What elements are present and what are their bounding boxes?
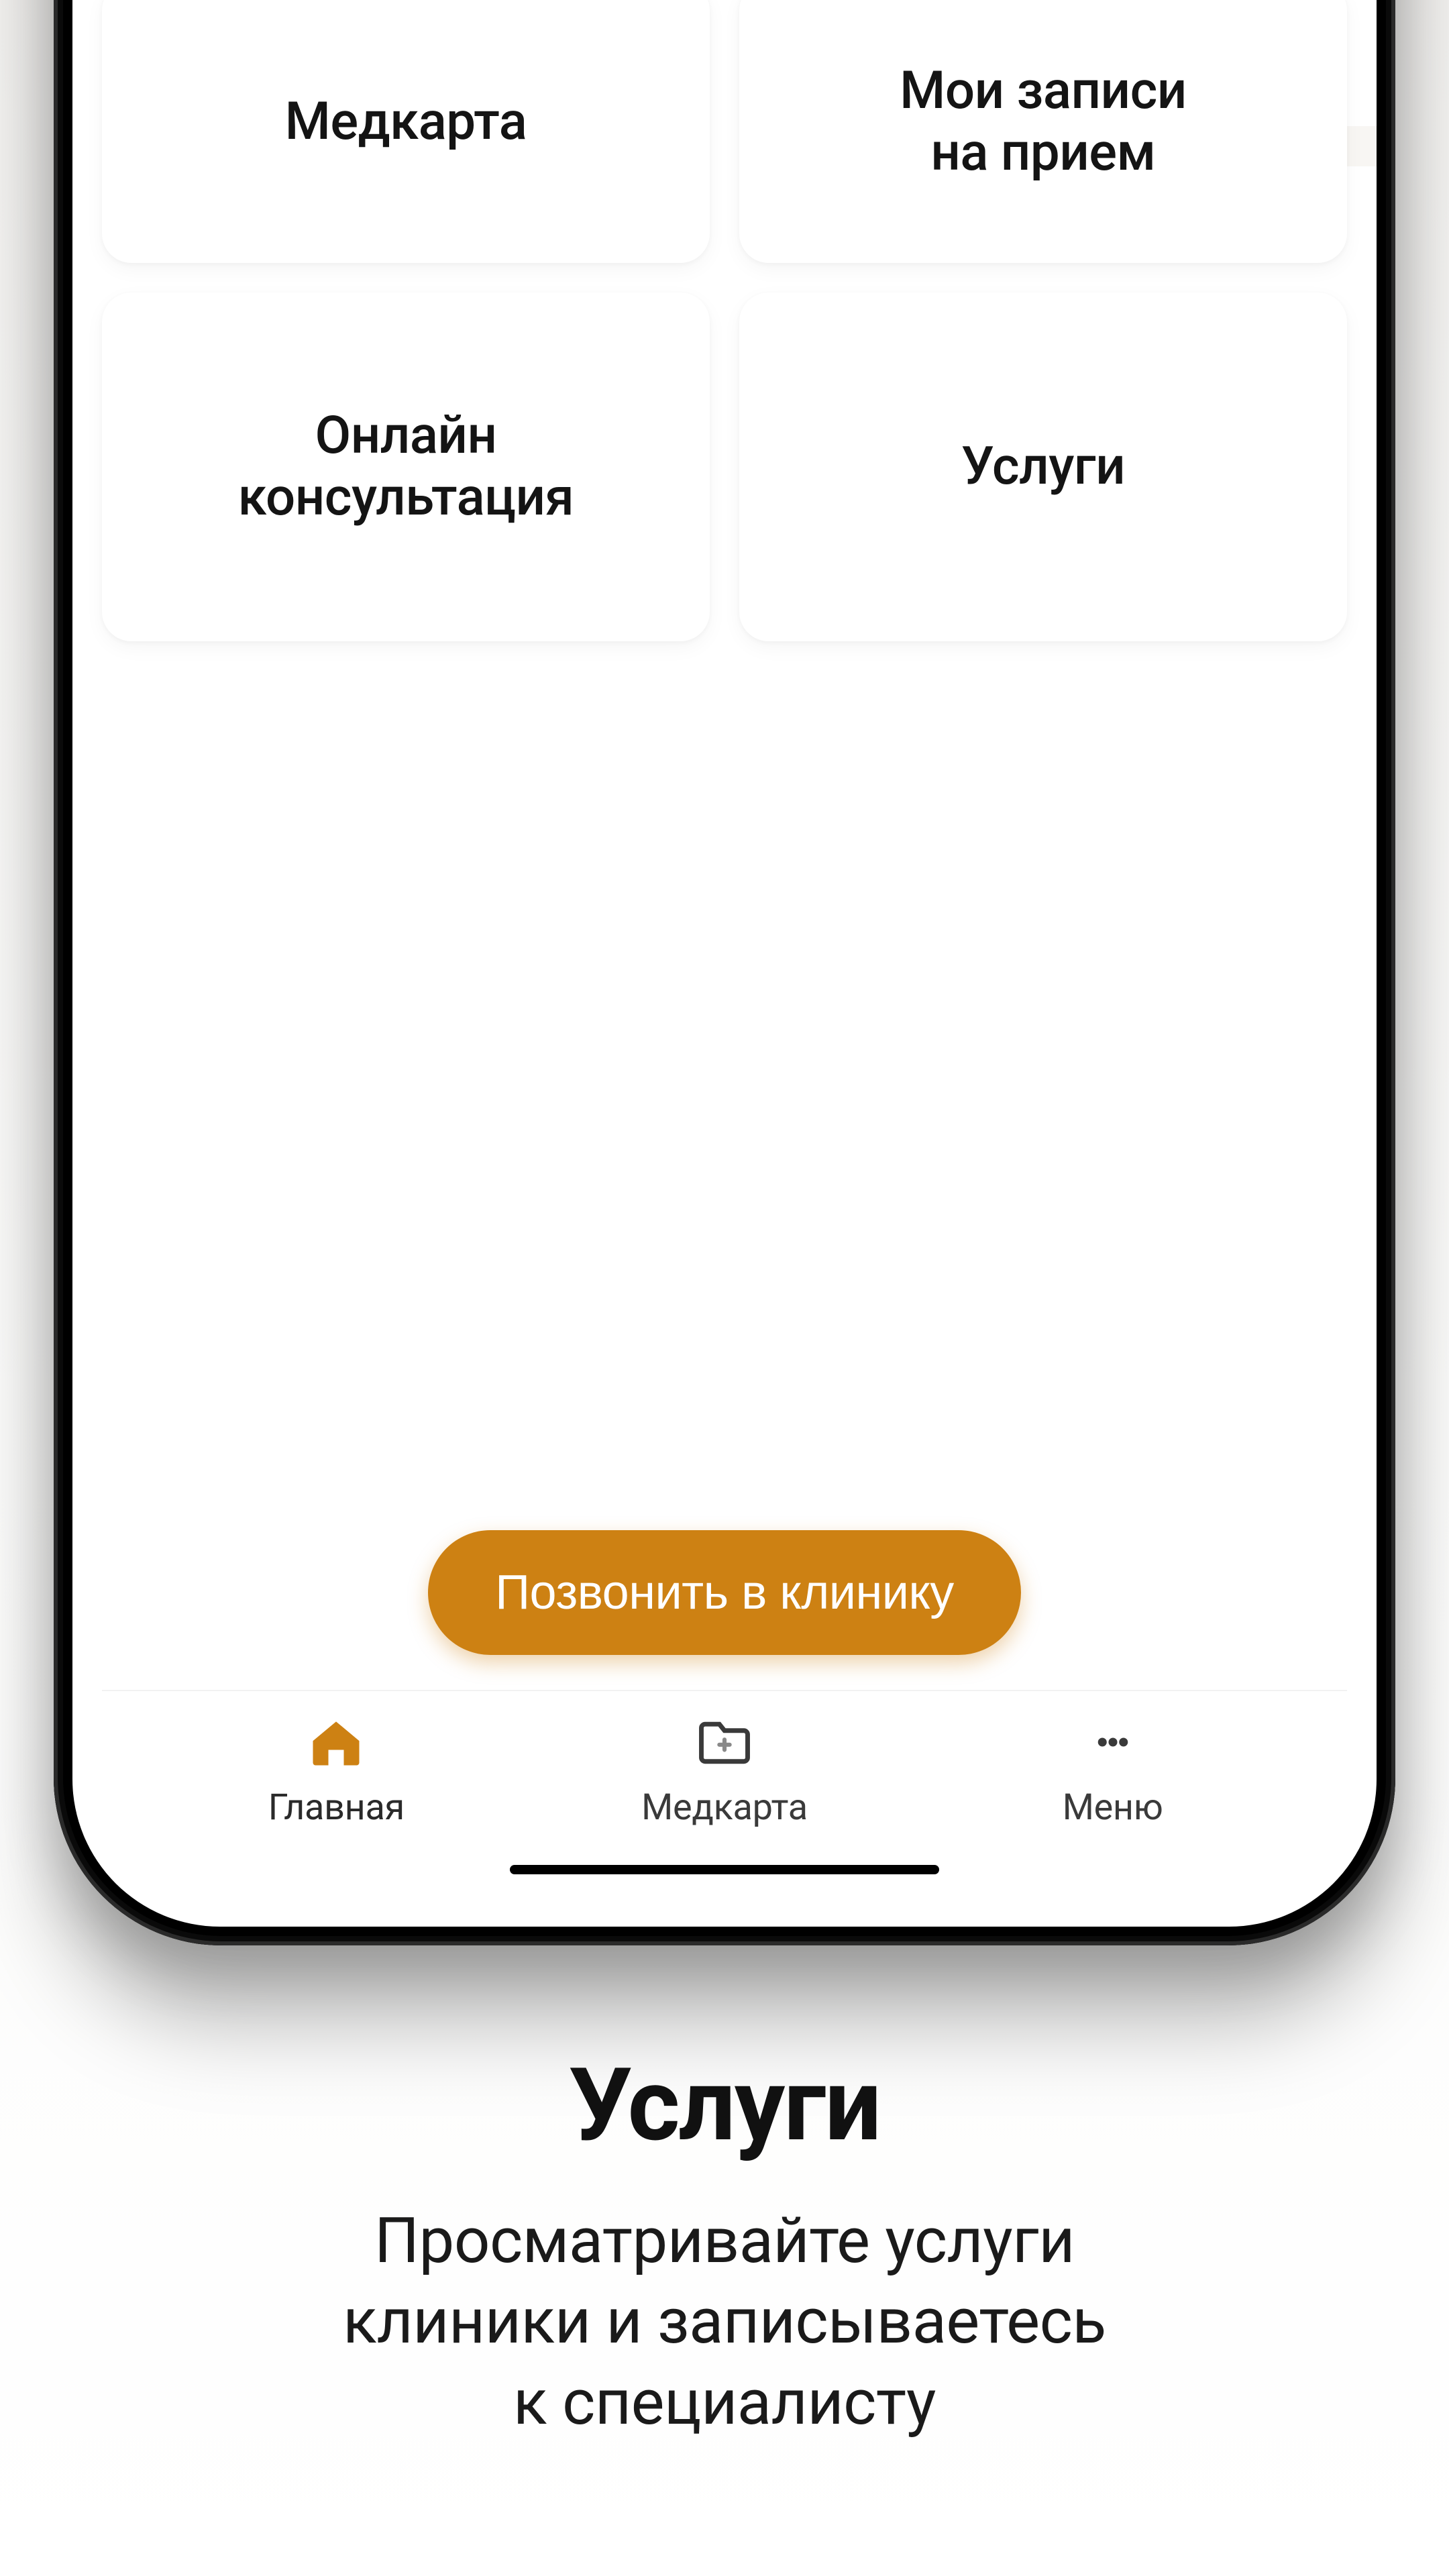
ios-home-indicator[interactable]: [510, 1865, 939, 1874]
tile-label: Медкарта: [285, 91, 527, 153]
tab-menu[interactable]: Меню: [999, 1711, 1227, 1829]
tile-medcard[interactable]: Медкарта: [102, 0, 710, 263]
tab-medcard[interactable]: Медкарта: [610, 1711, 839, 1829]
app-root: Медкарта Мои записина прием Онлайнконсул…: [72, 0, 1377, 1927]
phone-mockup: Медкарта Мои записина прием Онлайнконсул…: [54, 0, 1395, 1945]
more-icon: [1082, 1711, 1144, 1773]
tab-home[interactable]: Главная: [222, 1711, 450, 1829]
home-icon: [305, 1711, 367, 1773]
phone-frame: Медкарта Мои записина прием Онлайнконсул…: [54, 0, 1395, 1945]
folder-icon: [694, 1711, 755, 1773]
tab-label: Меню: [1063, 1786, 1163, 1829]
tile-my-appointments[interactable]: Мои записина прием: [739, 0, 1347, 263]
tab-label: Медкарта: [641, 1786, 808, 1829]
promo-subtitle: Просматривайте услугиклиники и записывае…: [188, 2200, 1261, 2443]
tile-services[interactable]: Услуги: [739, 292, 1347, 641]
tile-online-consultation[interactable]: Онлайнконсультация: [102, 292, 710, 641]
tile-label: Онлайнконсультация: [238, 405, 574, 529]
phone-screen: Медкарта Мои записина прием Онлайнконсул…: [72, 0, 1377, 1927]
tile-label: Мои записина прием: [900, 60, 1187, 184]
button-label: Позвонить в клинику: [495, 1566, 954, 1619]
call-clinic-button[interactable]: Позвонить в клинику: [428, 1530, 1021, 1655]
promo-title: Услуги: [0, 2046, 1449, 2164]
promo-section: Услуги Просматривайте услугиклиники и за…: [0, 2046, 1449, 2443]
bottom-tab-bar: Главная Медкарта Меню: [102, 1690, 1347, 1851]
tile-label: Услуги: [961, 436, 1125, 498]
home-tile-grid: Медкарта Мои записина прием Онлайнконсул…: [102, 0, 1347, 641]
tab-label: Главная: [268, 1786, 405, 1829]
